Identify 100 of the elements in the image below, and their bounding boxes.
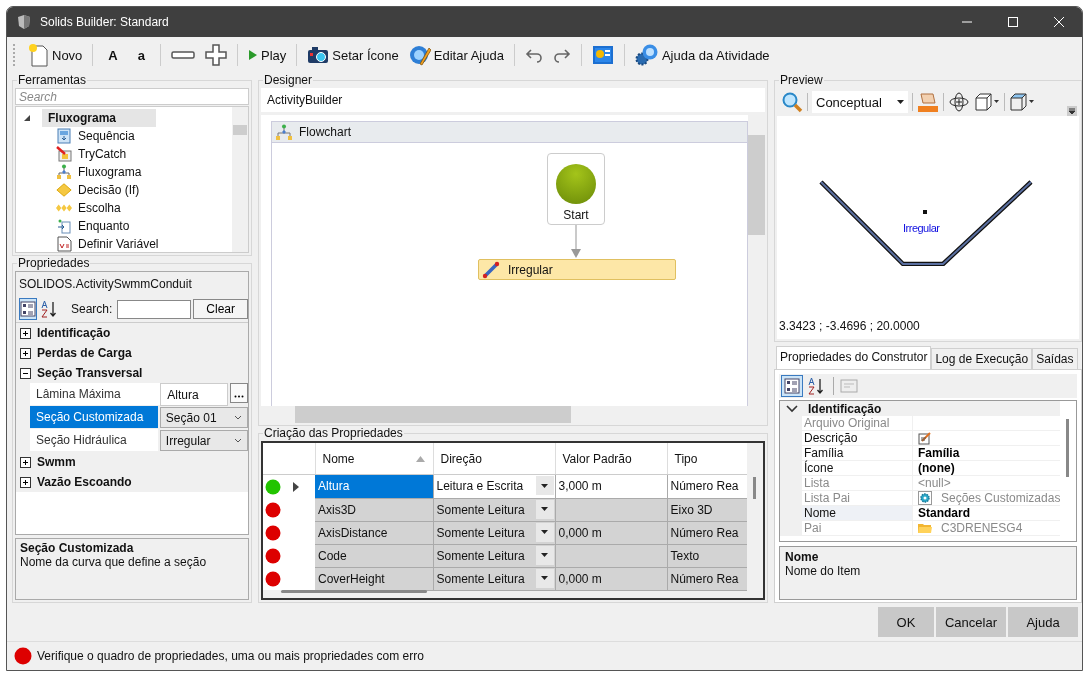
- ellipsis-icon: [234, 395, 245, 398]
- tree-item[interactable]: TryCatch: [78, 147, 127, 161]
- zoom-icon[interactable]: [781, 91, 803, 113]
- picture-icon: [591, 45, 614, 65]
- redo-icon: [552, 47, 571, 63]
- expand-icon[interactable]: [20, 327, 31, 339]
- chevron-down-icon: [234, 438, 242, 443]
- direction-dropdown[interactable]: Somente Leitura: [433, 498, 555, 521]
- table-cell[interactable]: 0,000 m: [555, 567, 667, 590]
- flowchart-icon: [275, 124, 293, 140]
- value-dropdown[interactable]: Irregular: [159, 430, 248, 451]
- categorized-icon: [20, 301, 36, 317]
- direction-dropdown[interactable]: Somente Leitura: [433, 544, 555, 567]
- property-name[interactable]: Seção Hidráulica: [30, 429, 158, 452]
- tree-item[interactable]: Decisão (If): [78, 183, 140, 197]
- tree-item[interactable]: Sequência: [78, 129, 135, 143]
- scrollbar[interactable]: [748, 115, 765, 406]
- font-button[interactable]: A: [99, 45, 127, 65]
- property-name[interactable]: Família: [802, 446, 912, 461]
- help-pencil-icon: [408, 44, 431, 66]
- start-node[interactable]: Start: [547, 153, 605, 225]
- property-name[interactable]: Ícone: [802, 461, 912, 476]
- value-dropdown[interactable]: Seção 01: [159, 407, 248, 428]
- column-header[interactable]: Nome: [315, 443, 433, 475]
- table-cell[interactable]: CoverHeight: [315, 567, 433, 590]
- direction-dropdown[interactable]: Somente Leitura: [433, 567, 555, 590]
- folder-icon: [918, 522, 932, 534]
- table-cell[interactable]: Axis3D: [315, 498, 433, 521]
- view-mode-dropdown[interactable]: Conceptual: [812, 91, 908, 113]
- property-name[interactable]: Lâmina Máxima: [30, 383, 161, 406]
- dialog-button[interactable]: OK: [878, 607, 934, 637]
- clear-button[interactable]: Clear: [193, 299, 249, 319]
- property-value[interactable]: Standard: [918, 506, 970, 520]
- flowchart-title: Flowchart: [299, 125, 351, 139]
- tab[interactable]: Log de Execução: [931, 348, 1033, 369]
- chevron-down-icon: [234, 415, 242, 420]
- cube-icon[interactable]: [1009, 92, 1035, 112]
- tree-item[interactable]: Definir Variável: [78, 237, 159, 251]
- category-label[interactable]: Swmm: [37, 455, 76, 469]
- column-header[interactable]: Valor Padrão: [555, 443, 667, 475]
- play-button[interactable]: Play: [244, 45, 291, 65]
- group-title: Propriedades: [17, 256, 91, 270]
- expand-icon[interactable]: [20, 476, 31, 488]
- table-cell[interactable]: AxisDistance: [315, 521, 433, 544]
- tree-item[interactable]: Fluxograma: [42, 109, 156, 127]
- property-name[interactable]: Descrição: [802, 431, 912, 446]
- sequence-icon: [56, 128, 72, 144]
- activity-node[interactable]: Irregular: [478, 259, 676, 280]
- dialog-button[interactable]: Cancelar: [936, 607, 1006, 637]
- caret-icon: [897, 100, 904, 104]
- tab[interactable]: Saídas: [1032, 348, 1078, 369]
- direction-dropdown[interactable]: Somente Leitura: [433, 521, 555, 544]
- group-title: Criação das Propriedades: [263, 426, 404, 440]
- trycatch-icon: [56, 146, 72, 162]
- alphabetical-button[interactable]: [39, 298, 59, 320]
- dialog-button[interactable]: Ajuda: [1008, 607, 1078, 637]
- table-cell[interactable]: Altura: [315, 474, 433, 498]
- collapse-icon[interactable]: [20, 367, 31, 379]
- breadcrumb[interactable]: ActivityBuilder: [261, 88, 765, 112]
- search-field[interactable]: Search: [15, 88, 249, 105]
- tree-item[interactable]: Enquanto: [78, 219, 130, 233]
- table-cell[interactable]: 0,000 m: [555, 521, 667, 544]
- column-header[interactable]: Tipo: [667, 443, 747, 475]
- ellipsis-button[interactable]: [230, 383, 248, 403]
- column-header[interactable]: Direção: [433, 443, 555, 475]
- search-field[interactable]: [117, 299, 192, 319]
- edit-help-button[interactable]: Editar Ajuda: [404, 42, 508, 68]
- tree-item[interactable]: Escolha: [78, 201, 121, 215]
- overflow-icon[interactable]: [1067, 106, 1078, 116]
- chevron-down-icon[interactable]: [786, 404, 798, 413]
- table-cell[interactable]: Code: [315, 544, 433, 567]
- expand-icon[interactable]: [20, 456, 31, 468]
- scrollbar[interactable]: [232, 107, 248, 252]
- loop-icon: [56, 218, 72, 234]
- document-icon: [27, 43, 49, 67]
- new-button[interactable]: Novo: [23, 41, 87, 69]
- diamonds-icon: [56, 203, 72, 213]
- property-value[interactable]: Altura: [160, 383, 229, 406]
- direction-dropdown[interactable]: Leitura e Escrita: [433, 474, 555, 498]
- property-name[interactable]: Seção Customizada: [30, 406, 158, 429]
- activity-help-button[interactable]: Ajuda da Atividade: [630, 42, 774, 68]
- cube-icon[interactable]: [974, 92, 1000, 112]
- table-cell[interactable]: 3,000 m: [555, 474, 667, 498]
- set-icon-button[interactable]: Setar Ícone: [303, 44, 403, 66]
- scrollbar[interactable]: [281, 590, 427, 593]
- categorized-button[interactable]: [19, 298, 37, 320]
- group-title: Designer: [263, 73, 314, 87]
- property-value[interactable]: Família: [918, 446, 960, 460]
- edit-icon[interactable]: [918, 431, 932, 445]
- orbit-icon[interactable]: [948, 91, 970, 113]
- collapse-icon[interactable]: [22, 113, 32, 123]
- tree-item[interactable]: Fluxograma: [78, 165, 142, 179]
- property-value[interactable]: (none): [918, 461, 955, 475]
- tab[interactable]: Propriedades do Construtor: [776, 346, 932, 369]
- expand-icon[interactable]: [20, 347, 31, 359]
- categorized-button[interactable]: [781, 375, 803, 397]
- help-text: Nome da curva que define a seção: [20, 555, 208, 569]
- property-name[interactable]: Nome: [802, 506, 912, 521]
- paint-icon[interactable]: [917, 91, 939, 113]
- font-button[interactable]: a: [128, 45, 154, 65]
